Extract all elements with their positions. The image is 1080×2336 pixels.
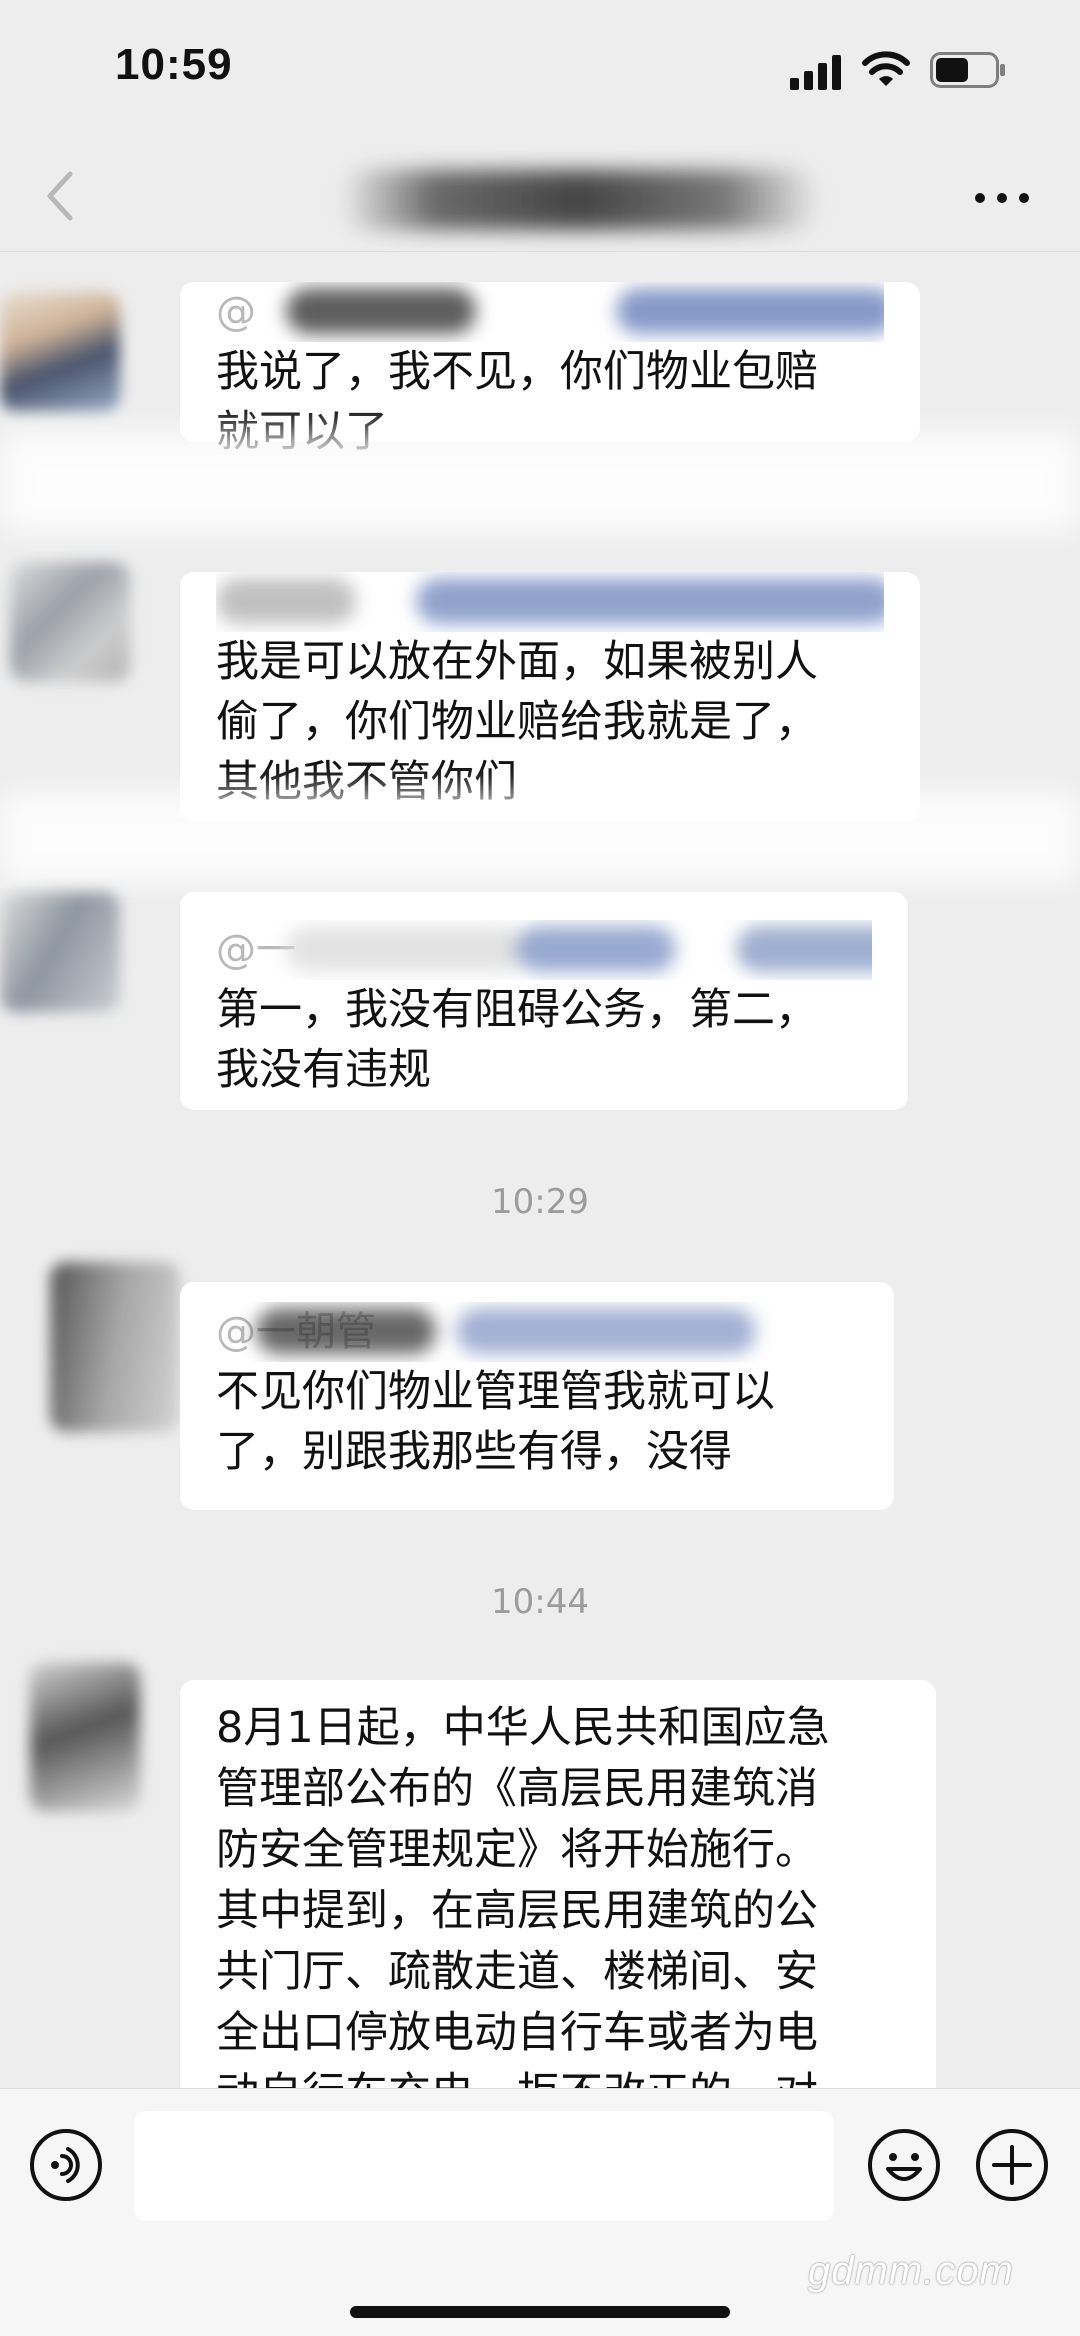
message-text: 我是可以放在外面，如果被别人 偷了，你们物业赔给我就是了， 其他我不管你们 <box>216 637 818 807</box>
mention-redaction <box>616 288 884 334</box>
time-divider: 10:44 <box>491 1582 589 1622</box>
mention-redaction <box>256 1308 436 1354</box>
mention-text: @ <box>216 289 256 335</box>
mention-redaction <box>416 578 884 624</box>
message-text-field[interactable] <box>134 2111 834 2221</box>
message-input-bar: gdmm.com <box>0 2088 1080 2336</box>
message-bubble[interactable]: 8月1日起，中华人民共和国应急 管理部公布的《高层民用建筑消 防安全管理规定》将… <box>180 1680 936 2088</box>
mention-redaction <box>286 926 526 972</box>
message-item: @一 第一，我没有阻碍公务，第二， 我没有违规 <box>0 872 1080 1112</box>
redaction-overlay <box>0 432 1080 532</box>
back-arrow-icon[interactable] <box>40 168 80 224</box>
mention-redaction <box>516 926 676 972</box>
status-time: 10:59 <box>115 40 233 89</box>
message-bubble[interactable]: @一朝管 不见你们物业管理管我就可以 了，别跟我那些有得，没得 <box>180 1282 894 1510</box>
avatar[interactable] <box>30 1662 140 1812</box>
mention-redaction <box>286 288 476 334</box>
chat-header <box>0 140 1080 252</box>
avatar[interactable] <box>0 292 120 412</box>
message-item: 8月1日起，中华人民共和国应急 管理部公布的《高层民用建筑消 防安全管理规定》将… <box>0 1652 1080 2088</box>
more-options-icon[interactable] <box>972 188 1032 208</box>
message-mention: @一 <box>216 920 872 980</box>
avatar[interactable] <box>50 1262 180 1432</box>
voice-input-icon[interactable] <box>28 2127 104 2203</box>
message-text: 第一，我没有阻碍公务，第二， 我没有违规 <box>216 985 818 1095</box>
message-mention: @ <box>216 282 884 342</box>
mention-redaction <box>736 926 872 972</box>
mention-redaction <box>216 578 356 624</box>
message-item: @一朝管 不见你们物业管理管我就可以 了，别跟我那些有得，没得 <box>0 1252 1080 1512</box>
mention-text: @一 <box>216 927 296 973</box>
avatar[interactable] <box>0 892 120 1012</box>
plus-icon[interactable] <box>974 2127 1050 2203</box>
message-item: 我是可以放在外面，如果被别人 偷了，你们物业赔给我就是了， 其他我不管你们 <box>0 532 1080 822</box>
status-bar: 10:59 <box>0 0 1080 140</box>
mention-redaction <box>456 1308 756 1354</box>
message-text: 8月1日起，中华人民共和国应急 管理部公布的《高层民用建筑消 防安全管理规定》将… <box>216 1703 830 2088</box>
message-bubble[interactable]: @一 第一，我没有阻碍公务，第二， 我没有违规 <box>180 892 908 1110</box>
message-bubble[interactable]: @ 我说了，我不见，你们物业包赔 就可以了 <box>180 282 920 457</box>
battery-icon <box>930 52 1005 88</box>
chat-message-list[interactable]: @ 我说了，我不见，你们物业包赔 就可以了 我是可以放在外面，如果被别人 偷了，… <box>0 252 1080 2088</box>
redaction-overlay <box>0 792 1080 882</box>
message-mention <box>216 572 884 632</box>
home-indicator[interactable] <box>350 2306 730 2318</box>
signal-icon <box>790 55 841 90</box>
message-bubble[interactable]: 我是可以放在外面，如果被别人 偷了，你们物业赔给我就是了， 其他我不管你们 <box>180 572 920 822</box>
message-mention: @一朝管 <box>216 1302 858 1362</box>
watermark-text: gdmm.com <box>808 2249 1014 2293</box>
avatar[interactable] <box>10 562 130 682</box>
wifi-icon <box>862 51 910 86</box>
emoji-icon[interactable] <box>866 2127 942 2203</box>
chat-title-redacted <box>340 170 820 230</box>
message-item: @ 我说了，我不见，你们物业包赔 就可以了 <box>0 252 1080 457</box>
time-divider: 10:29 <box>491 1182 589 1222</box>
message-text: 不见你们物业管理管我就可以 了，别跟我那些有得，没得 <box>216 1367 775 1477</box>
